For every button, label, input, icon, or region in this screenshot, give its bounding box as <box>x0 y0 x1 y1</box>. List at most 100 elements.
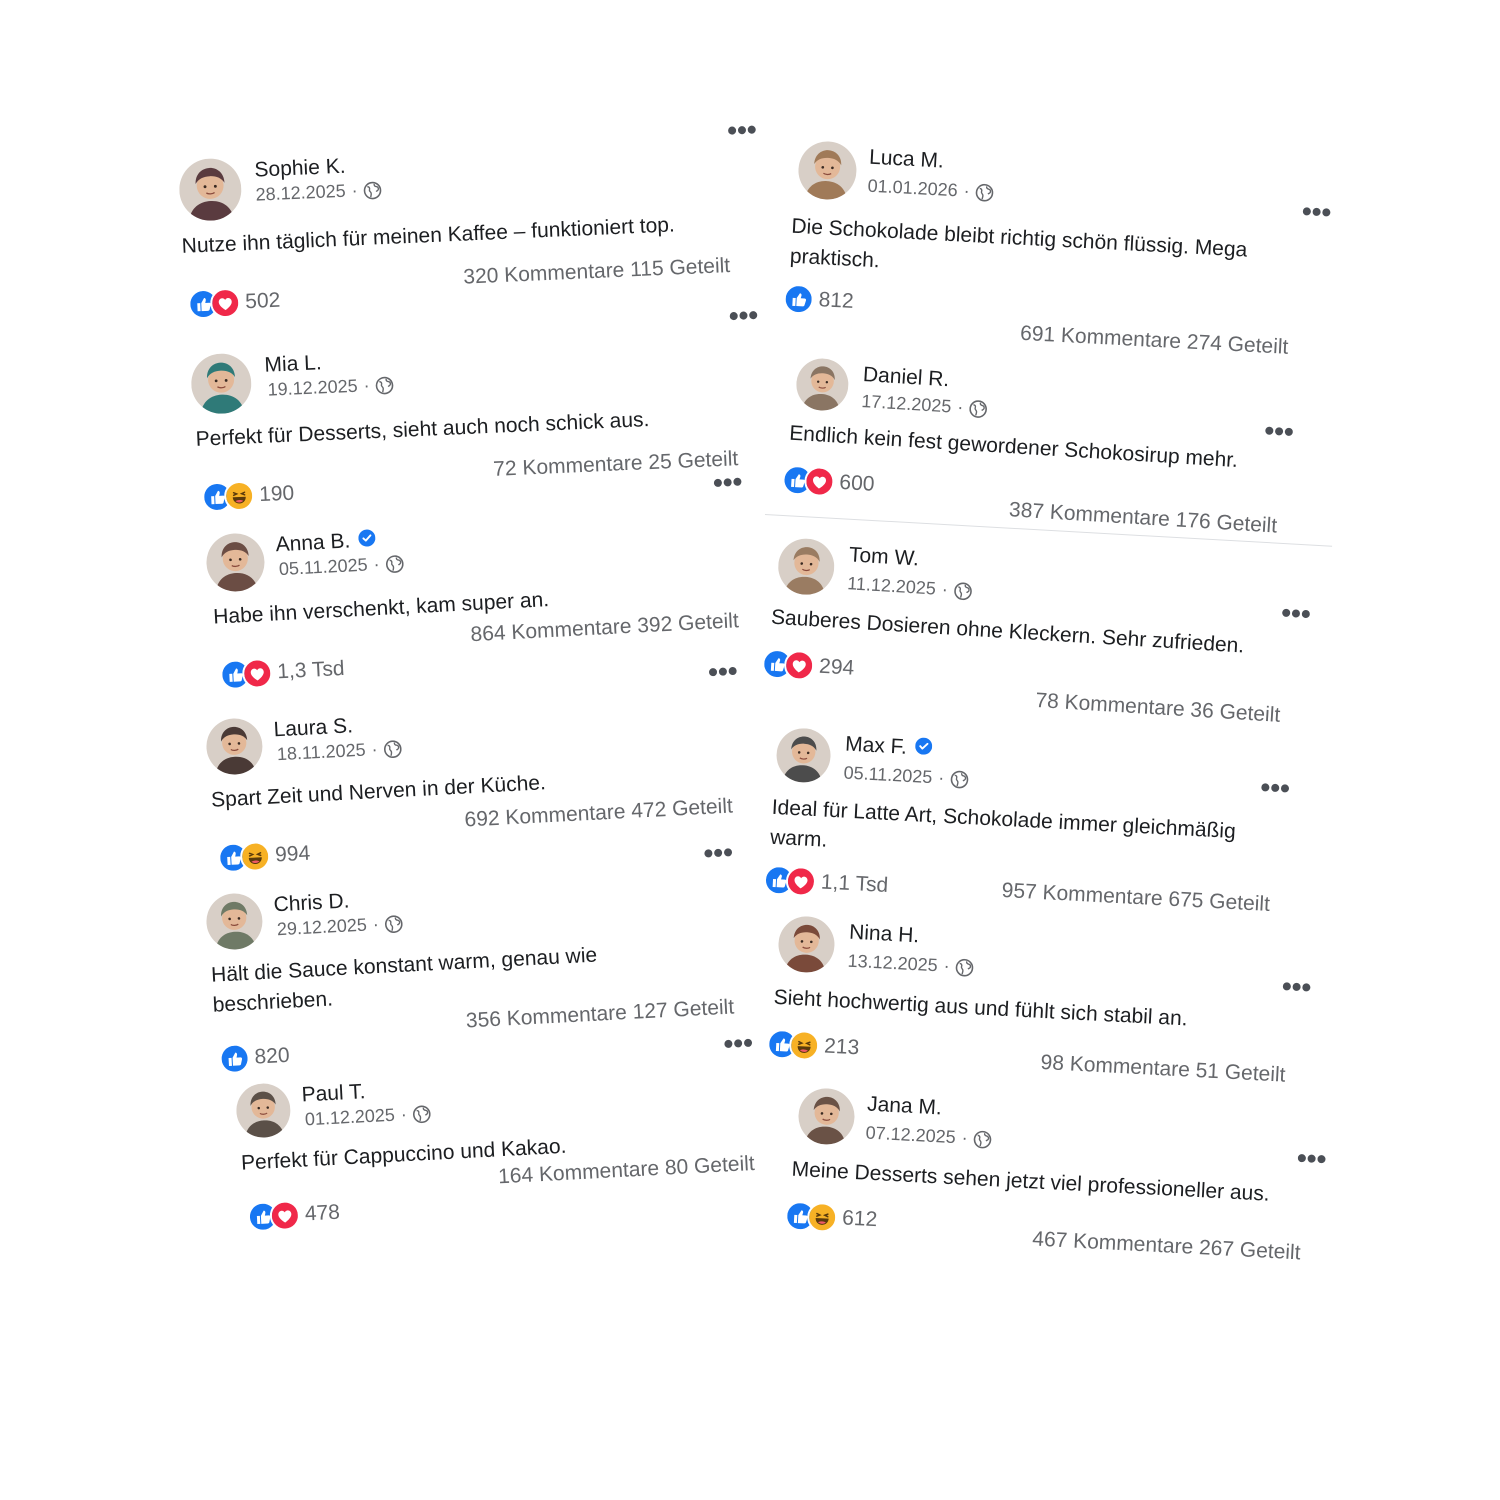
post-stats[interactable]: 957 Kommentare 675 Geteilt <box>1001 879 1270 917</box>
reaction-summary[interactable]: 994 <box>217 839 311 874</box>
review-post: Jana M. 07.12.2025 · ••• Meine Desserts sehe… <box>784 1087 1339 1305</box>
reaction-summary[interactable]: 1,3 Tsd <box>219 654 346 691</box>
post-stats[interactable]: 320 Kommentare 115 Geteilt <box>463 254 731 290</box>
more-options-icon[interactable]: ••• <box>707 655 738 687</box>
verified-badge-icon <box>915 736 933 755</box>
author-name[interactable]: Nina H. <box>849 921 920 949</box>
reaction-summary[interactable]: 1,1 Tsd <box>763 864 889 900</box>
post-date[interactable]: 28.12.2025 <box>255 181 346 206</box>
like-reaction-icon <box>218 1042 251 1075</box>
reaction-summary[interactable]: 294 <box>761 648 855 684</box>
avatar[interactable] <box>178 157 243 222</box>
author-name[interactable]: Laura S. <box>273 714 354 742</box>
reaction-count: 213 <box>823 1034 860 1060</box>
reaction-count: 612 <box>841 1206 878 1232</box>
avatar[interactable] <box>796 140 858 201</box>
post-stats[interactable]: 78 Kommentare 36 Geteilt <box>1035 689 1281 728</box>
post-meta: 29.12.2025 · <box>276 913 403 941</box>
globe-icon <box>953 581 972 600</box>
post-stats[interactable]: 72 Kommentare 25 Geteilt <box>493 447 739 482</box>
haha-reaction-icon <box>806 1201 838 1234</box>
reaction-summary[interactable]: 612 <box>784 1200 878 1235</box>
author-name[interactable]: Daniel R. <box>862 363 950 392</box>
reaction-summary[interactable]: 600 <box>781 464 876 500</box>
verified-badge-icon <box>358 528 376 547</box>
more-options-icon[interactable]: ••• <box>728 299 759 331</box>
avatar[interactable] <box>190 352 253 415</box>
more-options-icon[interactable]: ••• <box>1301 195 1332 227</box>
like-reaction-icon <box>782 283 815 315</box>
reaction-summary[interactable]: 502 <box>187 286 281 320</box>
post-date[interactable]: 01.12.2025 <box>304 1105 395 1131</box>
avatar[interactable] <box>205 717 264 776</box>
author-name[interactable]: Tom W. <box>848 543 919 571</box>
post-stats[interactable]: 467 Kommentare 267 Geteilt <box>1032 1227 1301 1265</box>
more-options-icon[interactable]: ••• <box>712 466 743 498</box>
avatar[interactable] <box>777 915 836 974</box>
avatar[interactable] <box>797 1087 856 1146</box>
reaction-summary[interactable]: 190 <box>201 479 295 513</box>
more-options-icon[interactable]: ••• <box>1260 771 1291 803</box>
dot-separator: · <box>941 578 949 600</box>
author-name[interactable]: Anna B. <box>275 528 376 557</box>
author-name[interactable]: Chris D. <box>273 889 350 917</box>
post-meta: 18.11.2025 · <box>276 738 402 766</box>
author-name[interactable]: Paul T. <box>301 1080 366 1107</box>
avatar[interactable] <box>776 537 836 597</box>
more-options-icon[interactable]: ••• <box>1296 1142 1327 1174</box>
post-date[interactable]: 18.11.2025 <box>276 740 366 766</box>
avatar[interactable] <box>794 357 850 413</box>
reaction-summary[interactable]: 820 <box>218 1041 291 1075</box>
post-date[interactable]: 13.12.2025 <box>847 951 938 977</box>
haha-reaction-icon <box>239 840 271 873</box>
post-stats[interactable]: 387 Kommentare 176 Geteilt <box>1008 498 1277 538</box>
dot-separator: · <box>961 1127 969 1148</box>
post-stats[interactable]: 691 Kommentare 274 Geteilt <box>1020 322 1289 360</box>
avatar[interactable] <box>205 892 264 951</box>
author-name[interactable]: Max F. <box>845 733 933 762</box>
reaction-count: 600 <box>838 470 876 496</box>
author-name[interactable]: Mia L. <box>264 351 322 377</box>
reaction-count: 1,3 Tsd <box>276 656 346 684</box>
globe-icon <box>384 914 403 933</box>
globe-icon <box>363 181 382 200</box>
more-options-icon[interactable]: ••• <box>727 114 758 146</box>
more-options-icon[interactable]: ••• <box>1263 415 1294 448</box>
post-date[interactable]: 17.12.2025 <box>861 391 952 417</box>
love-reaction-icon <box>241 657 274 690</box>
post-meta: 07.12.2025 · <box>865 1123 992 1151</box>
post-date[interactable]: 19.12.2025 <box>267 376 358 401</box>
post-date[interactable]: 01.01.2026 <box>867 176 958 202</box>
globe-icon <box>385 554 404 573</box>
post-date[interactable]: 07.12.2025 <box>865 1123 956 1149</box>
review-post: Luca M. 01.01.2026 · ••• Die Schokolade blei… <box>782 140 1332 360</box>
avatar[interactable] <box>235 1082 292 1139</box>
post-meta: 17.12.2025 · <box>861 391 988 420</box>
reaction-summary[interactable]: 812 <box>782 283 855 317</box>
more-options-icon[interactable]: ••• <box>1281 970 1312 1002</box>
dot-separator: · <box>351 180 359 201</box>
author-name[interactable]: Sophie K. <box>254 155 346 183</box>
avatar[interactable] <box>775 727 832 784</box>
post-meta: 05.11.2025 · <box>278 553 404 581</box>
post-date[interactable]: 29.12.2025 <box>276 915 367 941</box>
more-options-icon[interactable]: ••• <box>723 1027 754 1059</box>
globe-icon <box>969 399 988 418</box>
avatar[interactable] <box>205 531 266 593</box>
post-text: Die Schokolade bleibt richtig schön flüs… <box>789 214 1248 273</box>
post-date[interactable]: 11.12.2025 <box>847 573 937 599</box>
reaction-summary[interactable]: 478 <box>247 1198 340 1233</box>
reaction-count: 1,1 Tsd <box>820 870 889 897</box>
dot-separator: · <box>373 553 381 575</box>
post-stats[interactable]: 98 Kommentare 51 Geteilt <box>1040 1051 1286 1088</box>
more-options-icon[interactable]: ••• <box>1280 597 1311 630</box>
author-name[interactable]: Luca M. <box>869 146 945 174</box>
post-date[interactable]: 05.11.2025 <box>843 763 933 789</box>
more-options-icon[interactable]: ••• <box>703 836 734 868</box>
reaction-summary[interactable]: 213 <box>766 1028 860 1064</box>
review-post: Anna B. 05.11.2025 · ••• Habe ihn verschenkt… <box>205 466 774 725</box>
author-name[interactable]: Jana M. <box>867 1093 943 1121</box>
post-text: Perfekt für Desserts, sieht auch noch sc… <box>195 408 650 451</box>
review-post: Sophie K. 28.12.2025 · ••• Nutze ihn täglich… <box>178 114 786 350</box>
post-date[interactable]: 05.11.2025 <box>278 555 368 581</box>
